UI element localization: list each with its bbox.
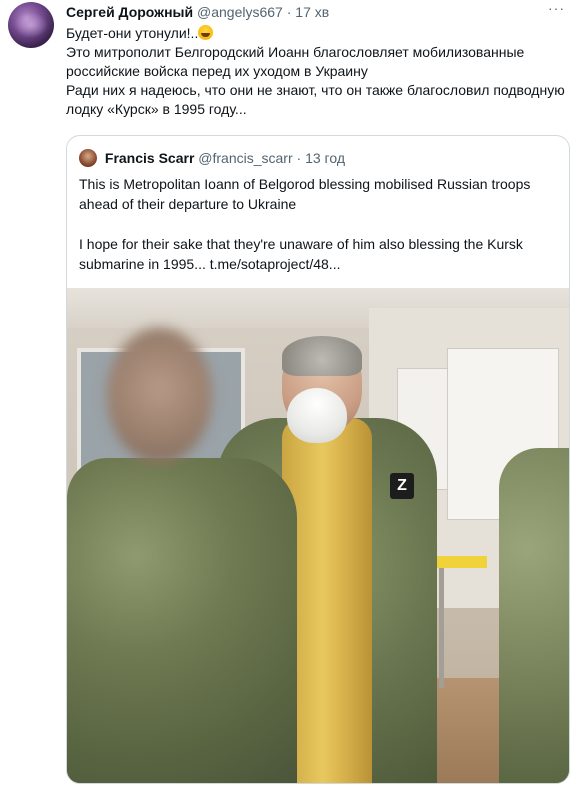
quoted-tweet-photo[interactable]: Z <box>67 288 569 783</box>
quoted-tweet-time[interactable]: 13 год <box>305 150 345 166</box>
quoted-tweet[interactable]: Francis Scarr @francis_scarr · 13 год Th… <box>66 135 570 784</box>
quoted-author-handle[interactable]: @francis_scarr <box>198 150 292 166</box>
photo-soldier-right <box>499 448 569 783</box>
photo-soldier-left <box>67 458 297 783</box>
rofl-emoji-icon <box>198 25 214 40</box>
quoted-paragraph-1: This is Metropolitan Ioann of Belgorod b… <box>79 176 531 212</box>
header-separator: · <box>286 4 292 20</box>
author-avatar[interactable] <box>8 2 54 48</box>
photo-table-leg <box>439 568 444 688</box>
tweet-text: Будет-они утонули!.. Это митрополит Белг… <box>66 24 566 119</box>
tweet-header: Сергей Дорожный @angelys667 · 17 хв <box>66 3 567 21</box>
quoted-header-separator: · <box>296 150 302 166</box>
tweet-line-1-text: Будет-они утонули!.. <box>66 25 199 41</box>
photo-z-patch: Z <box>390 473 414 499</box>
quoted-author-avatar[interactable] <box>79 149 97 167</box>
quoted-tweet-text: This is Metropolitan Ioann of Belgorod b… <box>79 174 559 274</box>
photo-priest-hair <box>282 336 362 376</box>
tweet[interactable]: Сергей Дорожный @angelys667 · 17 хв ··· … <box>0 0 577 785</box>
photo-blurred-head <box>107 328 212 463</box>
author-handle[interactable]: @angelys667 <box>197 4 283 20</box>
quoted-paragraph-2: I hope for their sake that they're unawa… <box>79 236 523 272</box>
tweet-time[interactable]: 17 хв <box>295 4 329 20</box>
author-name[interactable]: Сергей Дорожный <box>66 4 193 20</box>
photo-priest-beard <box>287 388 347 443</box>
more-options-icon[interactable]: ··· <box>548 0 565 16</box>
tweet-line-3: Ради них я надеюсь, что они не знают, чт… <box>66 82 565 117</box>
tweet-line-1: Будет-они утонули!.. <box>66 24 566 43</box>
tweet-line-2: Это митрополит Белгородский Иоанн благос… <box>66 44 525 79</box>
quoted-tweet-header: Francis Scarr @francis_scarr · 13 год <box>79 148 559 168</box>
quoted-author-name[interactable]: Francis Scarr <box>105 150 195 166</box>
